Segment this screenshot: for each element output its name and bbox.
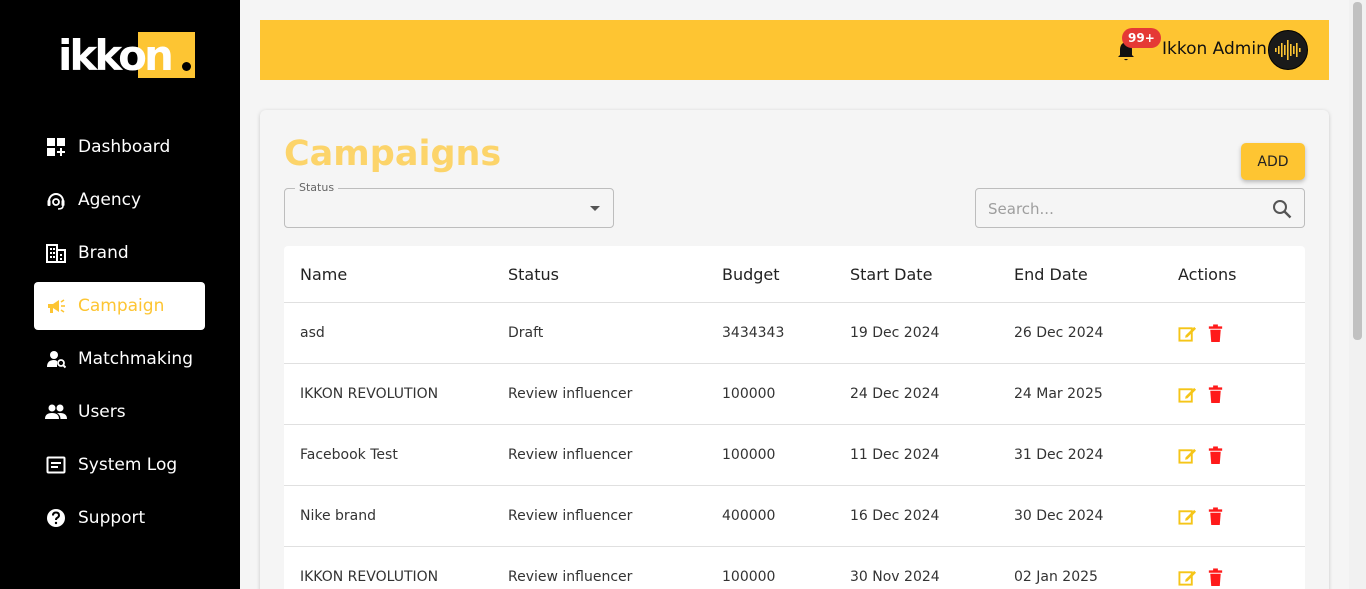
search-box bbox=[975, 188, 1305, 228]
cell-name: Nike brand bbox=[300, 508, 377, 524]
cell-start-date: 30 Nov 2024 bbox=[850, 569, 940, 585]
cell-status: Review influencer bbox=[508, 447, 633, 463]
table-body: asd Draft 3434343 19 Dec 2024 26 Dec 2024 IKK… bbox=[284, 303, 1305, 589]
cell-start-date: 24 Dec 2024 bbox=[850, 386, 940, 402]
soundwave-icon bbox=[1275, 40, 1301, 60]
cell-status: Review influencer bbox=[508, 386, 633, 402]
notification-badge: 99+ bbox=[1122, 28, 1161, 48]
cell-end-date: 02 Jan 2025 bbox=[1014, 569, 1098, 585]
delete-icon[interactable] bbox=[1206, 384, 1225, 404]
user-name[interactable]: Ikkon Admin bbox=[1162, 39, 1267, 59]
column-header-status[interactable]: Status bbox=[508, 265, 722, 284]
column-header-budget[interactable]: Budget bbox=[722, 265, 850, 284]
cell-end-date: 31 Dec 2024 bbox=[1014, 447, 1104, 463]
log-icon bbox=[45, 454, 67, 476]
delete-icon[interactable] bbox=[1206, 567, 1225, 587]
table-header-row: Name Status Budget Start Date End Date A… bbox=[284, 246, 1305, 303]
sidebar-item-label: System Log bbox=[78, 455, 178, 475]
chevron-down-icon bbox=[590, 206, 600, 211]
building-icon bbox=[45, 242, 67, 264]
sidebar-item-campaign[interactable]: Campaign bbox=[34, 282, 205, 330]
column-header-name[interactable]: Name bbox=[284, 265, 508, 284]
cell-status: Draft bbox=[508, 325, 544, 341]
cell-name: asd bbox=[300, 325, 325, 341]
avatar[interactable] bbox=[1268, 30, 1308, 70]
sidebar-item-support[interactable]: Support bbox=[34, 494, 205, 542]
megaphone-icon bbox=[45, 295, 67, 317]
campaigns-table: Name Status Budget Start Date End Date A… bbox=[284, 246, 1305, 589]
cell-start-date: 19 Dec 2024 bbox=[850, 325, 940, 341]
support-agent-icon bbox=[45, 189, 67, 211]
cell-actions bbox=[1178, 506, 1305, 526]
sidebar-item-users[interactable]: Users bbox=[34, 388, 205, 436]
column-header-start-date[interactable]: Start Date bbox=[850, 265, 1014, 284]
cell-actions bbox=[1178, 384, 1305, 404]
sidebar-item-agency[interactable]: Agency bbox=[34, 176, 205, 224]
sidebar-item-matchmaking[interactable]: Matchmaking bbox=[34, 335, 205, 383]
cell-end-date: 30 Dec 2024 bbox=[1014, 508, 1104, 524]
edit-icon[interactable] bbox=[1178, 446, 1197, 465]
table-row[interactable]: asd Draft 3434343 19 Dec 2024 26 Dec 2024 bbox=[284, 303, 1305, 364]
edit-icon[interactable] bbox=[1178, 568, 1197, 587]
delete-icon[interactable] bbox=[1206, 445, 1225, 465]
add-campaign-button[interactable]: ADD bbox=[1241, 143, 1305, 180]
scrollbar-thumb[interactable] bbox=[1353, 2, 1362, 340]
sidebar-item-label: Campaign bbox=[78, 296, 165, 316]
search-icon[interactable] bbox=[1271, 198, 1293, 220]
cell-end-date: 24 Mar 2025 bbox=[1014, 386, 1103, 402]
page-title: Campaigns bbox=[284, 134, 502, 174]
sidebar-item-brand[interactable]: Brand bbox=[34, 229, 205, 277]
users-icon bbox=[45, 401, 67, 423]
cell-name: IKKON REVOLUTION bbox=[300, 386, 439, 402]
page-scrollbar[interactable] bbox=[1349, 0, 1366, 589]
sidebar-item-label: Users bbox=[78, 402, 126, 422]
edit-icon[interactable] bbox=[1178, 324, 1197, 343]
cell-start-date: 11 Dec 2024 bbox=[850, 447, 940, 463]
delete-icon[interactable] bbox=[1206, 323, 1225, 343]
column-header-actions: Actions bbox=[1178, 264, 1237, 284]
table-row[interactable]: Facebook Test Review influencer 100000 11 D… bbox=[284, 425, 1305, 486]
person-search-icon bbox=[45, 348, 67, 370]
logo-dot bbox=[182, 62, 191, 71]
sidebar-item-label: Dashboard bbox=[78, 137, 171, 157]
cell-actions bbox=[1178, 445, 1305, 465]
cell-actions bbox=[1178, 567, 1305, 587]
app-logo[interactable]: ikkon bbox=[58, 30, 195, 80]
column-header-end-date[interactable]: End Date bbox=[1014, 265, 1178, 284]
sidebar-nav: Dashboard Agency Brand Campaign Matchmak… bbox=[34, 123, 205, 547]
sidebar-item-label: Brand bbox=[78, 243, 129, 263]
table-row[interactable]: Nike brand Review influencer 400000 16 Dec … bbox=[284, 486, 1305, 547]
top-header: 99+ Ikkon Admin bbox=[260, 20, 1329, 80]
cell-budget: 100000 bbox=[722, 569, 776, 585]
cell-status: Review influencer bbox=[508, 508, 633, 524]
edit-icon[interactable] bbox=[1178, 385, 1197, 404]
table-row[interactable]: IKKON REVOLUTION Review influencer 100000 3… bbox=[284, 547, 1305, 589]
sidebar-item-system-log[interactable]: System Log bbox=[34, 441, 205, 489]
cell-name: Facebook Test bbox=[300, 447, 398, 463]
campaigns-card: Campaigns ADD Status Name Status Budget … bbox=[260, 110, 1329, 589]
cell-budget: 100000 bbox=[722, 386, 776, 402]
cell-end-date: 26 Dec 2024 bbox=[1014, 325, 1104, 341]
sidebar-item-label: Support bbox=[78, 508, 146, 528]
help-icon bbox=[45, 507, 67, 529]
cell-name: IKKON REVOLUTION bbox=[300, 569, 439, 585]
cell-actions bbox=[1178, 323, 1305, 343]
cell-budget: 400000 bbox=[722, 508, 776, 524]
delete-icon[interactable] bbox=[1206, 506, 1225, 526]
edit-icon[interactable] bbox=[1178, 507, 1197, 526]
dashboard-icon bbox=[45, 136, 67, 158]
table-row[interactable]: IKKON REVOLUTION Review influencer 100000 2… bbox=[284, 364, 1305, 425]
logo-text: ikkon bbox=[58, 31, 174, 80]
status-filter-select[interactable]: Status bbox=[284, 181, 614, 228]
sidebar-item-label: Matchmaking bbox=[78, 349, 193, 369]
cell-budget: 3434343 bbox=[722, 325, 785, 341]
sidebar-item-dashboard[interactable]: Dashboard bbox=[34, 123, 205, 171]
cell-budget: 100000 bbox=[722, 447, 776, 463]
status-filter-label: Status bbox=[295, 181, 339, 194]
cell-status: Review influencer bbox=[508, 569, 633, 585]
sidebar: ikkon Dashboard Agency Brand Campaign Ma… bbox=[0, 0, 240, 589]
cell-start-date: 16 Dec 2024 bbox=[850, 508, 940, 524]
search-input[interactable] bbox=[988, 198, 1258, 220]
sidebar-item-label: Agency bbox=[78, 190, 142, 210]
